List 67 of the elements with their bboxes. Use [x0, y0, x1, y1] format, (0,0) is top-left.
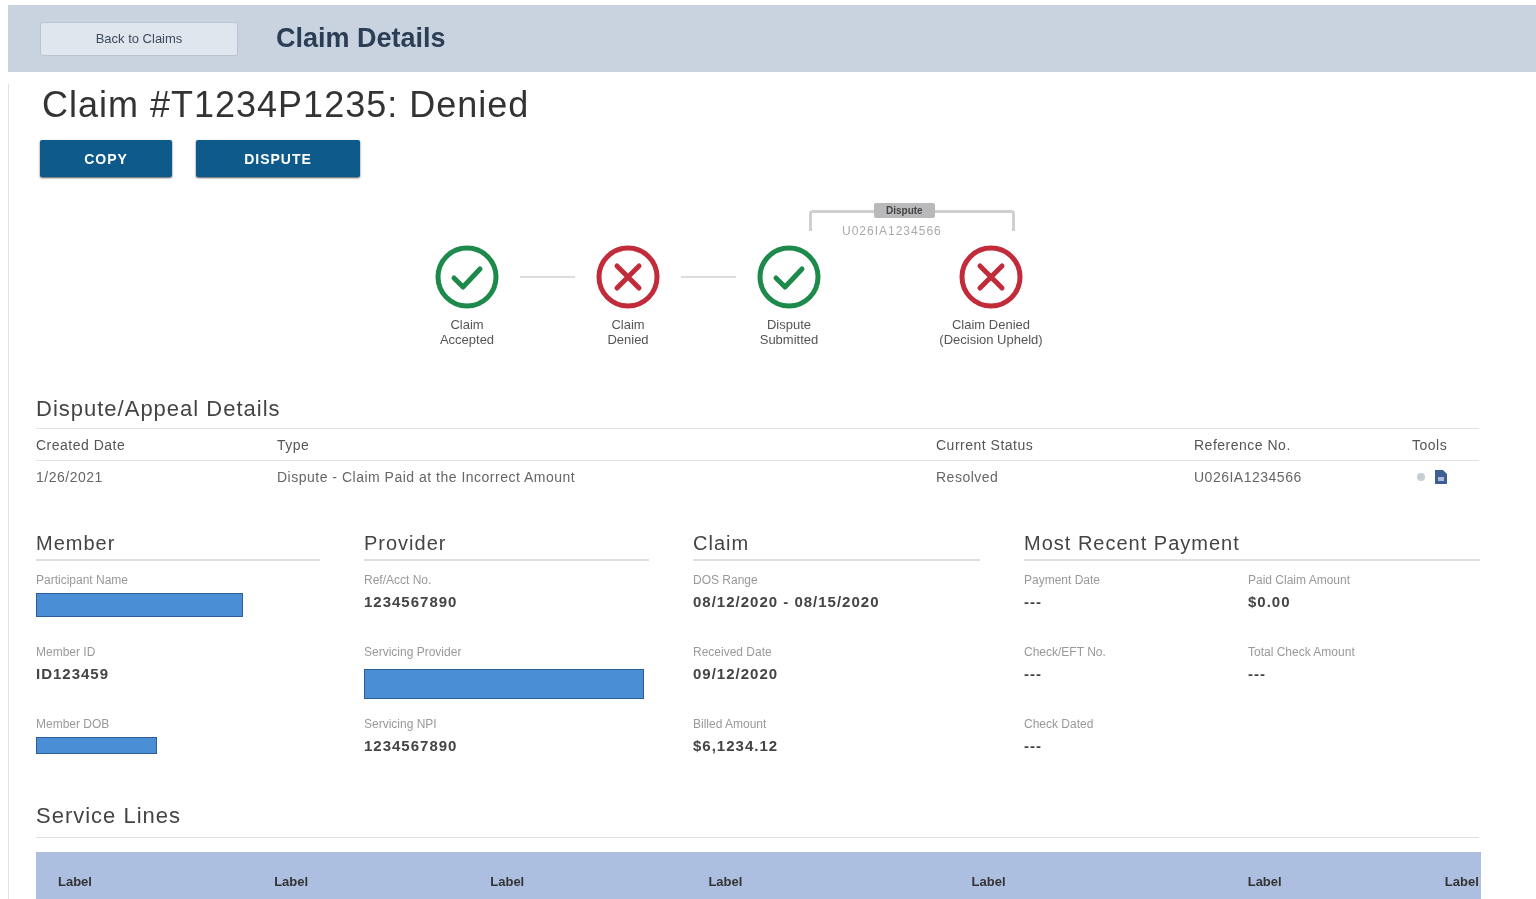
field-value: $0.00 [1248, 593, 1292, 610]
document-icon[interactable] [1434, 468, 1448, 485]
field-value: 1234567890 [364, 593, 459, 610]
field-label: Check Dated [1024, 717, 1095, 731]
field-value: --- [1248, 665, 1267, 682]
field-value: --- [1024, 665, 1043, 682]
column-header: Reference No. [1194, 436, 1292, 453]
field-value: ID123459 [36, 665, 111, 682]
column-header: Label [490, 874, 526, 889]
table-cell-text: Resolved [936, 468, 1000, 485]
field-value: 08/12/2020 - 08/15/2020 [693, 593, 881, 610]
page-title: Claim Details [276, 23, 446, 54]
field-label: Received Date [693, 645, 773, 659]
dispute-tag: Dispute [874, 203, 935, 218]
x-circle-icon [959, 245, 1023, 309]
field-label: DOS Range [693, 573, 759, 587]
table-cell-text: Dispute - Claim Paid at the Incorrect Amount [277, 468, 577, 485]
action-button[interactable]: COPY [40, 140, 172, 177]
step-label: (Decision Upheld) [939, 332, 1043, 347]
field-label: Servicing NPI [364, 717, 438, 731]
field-label: Member DOB [36, 717, 111, 731]
field-label: Payment Date [1024, 573, 1102, 587]
field-label: Member ID [36, 645, 97, 659]
field-value: --- [1024, 593, 1043, 610]
field-label: Servicing Provider [364, 645, 463, 659]
table-cell-text: 1/26/2021 [36, 468, 104, 485]
section-heading: Claim [693, 532, 980, 561]
column-header: Current Status [936, 436, 1035, 453]
section-title: Service Lines [36, 803, 1479, 838]
reference-number: U026IA1234566 [842, 224, 942, 238]
section-heading: Member [36, 532, 320, 561]
step-label: Accepted [439, 332, 495, 347]
x-circle-icon [596, 245, 660, 309]
step-label: Dispute [766, 317, 812, 332]
action-button[interactable]: DISPUTE [196, 140, 360, 177]
field-label: Total Check Amount [1248, 645, 1356, 659]
check-circle-icon [435, 245, 499, 309]
section-heading: Provider [364, 532, 649, 561]
column-header: Label [1444, 874, 1480, 889]
column-header: Label [274, 874, 310, 889]
column-header: Label [708, 874, 744, 889]
back-button[interactable]: Back to Claims [40, 21, 238, 56]
table-cell-text: U026IA1234566 [1194, 468, 1303, 485]
column-header: Tools [1412, 436, 1449, 453]
section-heading: Most Recent Payment [1024, 532, 1480, 561]
field-label: Participant Name [36, 573, 130, 587]
field-value: 1234567890 [364, 737, 459, 754]
field-value: $6,1234.12 [693, 737, 780, 754]
field-label: Paid Claim Amount [1248, 573, 1352, 587]
field-label: Billed Amount [693, 717, 768, 731]
column-header: Type [277, 436, 311, 453]
step-label: Claim Denied [951, 317, 1030, 332]
column-header: Label [1247, 874, 1283, 889]
claim-title: Claim #T1234P1235: Denied [42, 84, 531, 126]
field-label: Check/EFT No. [1024, 645, 1107, 659]
step-label: Claim [611, 317, 645, 332]
step-label: Denied [607, 332, 649, 347]
column-header: Label [58, 874, 93, 889]
field-value: 09/12/2020 [693, 665, 780, 682]
step-label: Claim [450, 317, 484, 332]
column-header: Created Date [36, 436, 127, 453]
check-circle-icon [757, 245, 821, 309]
column-header: Label [971, 874, 1007, 889]
field-label: Ref/Acct No. [364, 573, 433, 587]
step-label: Submitted [759, 332, 819, 347]
field-value: --- [1024, 737, 1043, 754]
section-title: Dispute/Appeal Details [36, 396, 282, 422]
